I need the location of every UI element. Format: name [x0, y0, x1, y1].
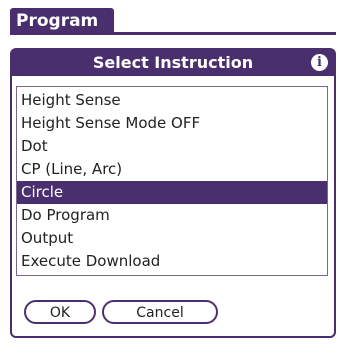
list-item[interactable]: Output: [17, 227, 327, 250]
title-divider: [10, 32, 336, 35]
list-item[interactable]: Circle: [17, 181, 327, 204]
screen: Program Select Instruction i Height Sens…: [0, 0, 346, 349]
list-item[interactable]: Execute Download: [17, 250, 327, 273]
dialog-title-bar: Select Instruction i: [12, 50, 334, 76]
list-item[interactable]: CP (Line, Arc): [17, 158, 327, 181]
cancel-button[interactable]: Cancel: [102, 300, 218, 324]
list-item[interactable]: Height Sense Mode OFF: [17, 112, 327, 135]
dialog-buttons: OK Cancel: [20, 300, 320, 326]
list-item[interactable]: Do Program: [17, 204, 327, 227]
instruction-list[interactable]: Height Sense Height Sense Mode OFF Dot C…: [16, 86, 328, 276]
ok-button[interactable]: OK: [24, 300, 96, 324]
list-item[interactable]: Height Sense: [17, 89, 327, 112]
dialog-title: Select Instruction: [92, 53, 254, 72]
app-title: Program: [10, 8, 114, 34]
select-instruction-dialog: Select Instruction i Height Sense Height…: [10, 48, 336, 338]
info-icon[interactable]: i: [311, 54, 328, 71]
list-item[interactable]: Dot: [17, 135, 327, 158]
